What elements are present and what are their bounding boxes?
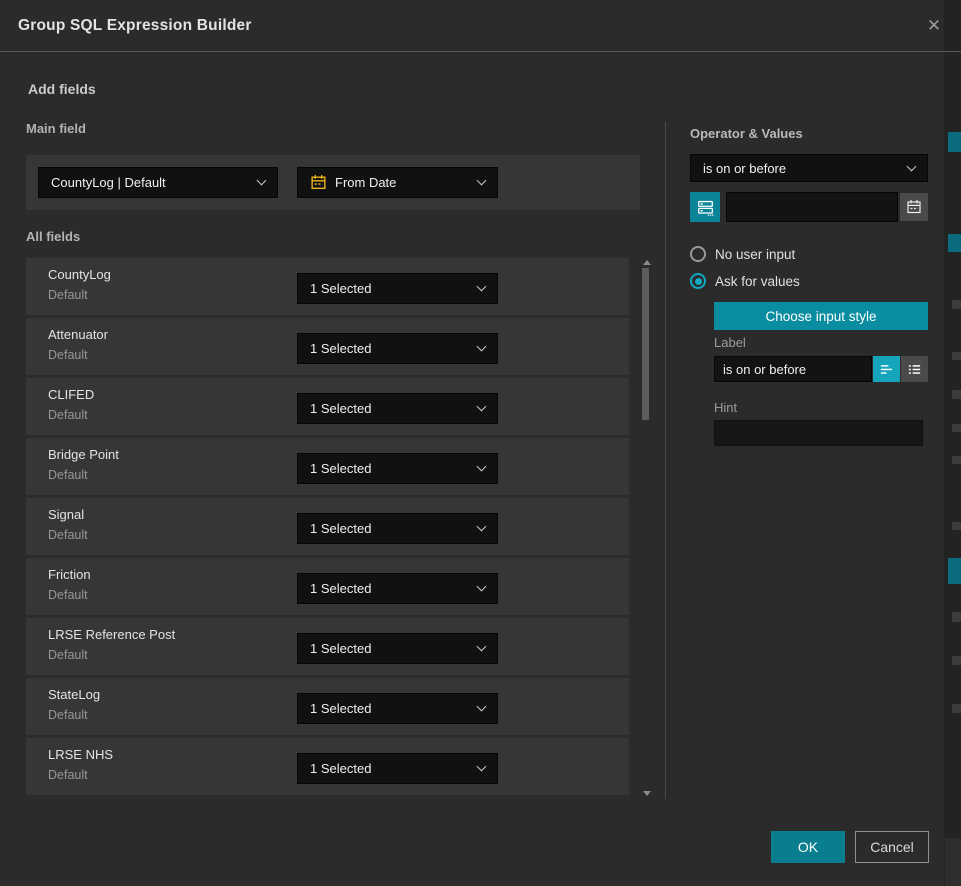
chevron-down-icon	[477, 762, 487, 772]
radio-ask-for-values[interactable]: Ask for values	[690, 273, 800, 289]
field-row: Signal Default 1 Selected	[26, 498, 629, 555]
chevron-down-icon	[477, 342, 487, 352]
field-row: Attenuator Default 1 Selected	[26, 318, 629, 375]
field-selection-dropdown[interactable]: 1 Selected	[297, 633, 498, 664]
chevron-down-icon	[477, 176, 487, 186]
field-selection-dropdown[interactable]: 1 Selected	[297, 453, 498, 484]
main-field-date-value: From Date	[335, 175, 396, 190]
field-selection-dropdown[interactable]: 1 Selected	[297, 693, 498, 724]
field-subtitle: Default	[48, 588, 88, 602]
field-row: LRSE NHS Default 1 Selected	[26, 738, 629, 795]
chevron-down-icon	[477, 522, 487, 532]
date-picker-button[interactable]	[900, 193, 928, 221]
field-row: Bridge Point Default 1 Selected	[26, 438, 629, 495]
field-subtitle: Default	[48, 528, 88, 542]
chevron-down-icon	[477, 282, 487, 292]
field-subtitle: Default	[48, 708, 88, 722]
field-subtitle: Default	[48, 768, 88, 782]
field-row: CountyLog Default 1 Selected	[26, 258, 629, 315]
radio-no-user-input[interactable]: No user input	[690, 246, 795, 262]
add-fields-heading: Add fields	[28, 81, 96, 97]
label-input[interactable]	[714, 356, 872, 382]
chevron-down-icon	[907, 161, 917, 171]
field-name: LRSE Reference Post	[48, 627, 175, 642]
bullet-list-icon	[907, 362, 922, 377]
list-scrollbar[interactable]	[641, 258, 651, 798]
main-field-source-dropdown[interactable]: CountyLog | Default	[38, 167, 278, 198]
hint-caption: Hint	[714, 400, 737, 415]
label-caption: Label	[714, 335, 746, 350]
ok-button[interactable]: OK	[771, 831, 845, 863]
all-fields-list: CountyLog Default 1 Selected Attenuator …	[26, 258, 629, 795]
field-name: Attenuator	[48, 327, 108, 342]
value-input[interactable]	[726, 192, 898, 222]
calendar-icon	[310, 174, 327, 191]
field-row: StateLog Default 1 Selected	[26, 678, 629, 735]
field-selection-dropdown[interactable]: 1 Selected	[297, 753, 498, 784]
hint-input[interactable]	[714, 420, 923, 446]
vertical-divider	[665, 122, 666, 799]
scrollbar-thumb[interactable]	[642, 268, 649, 420]
chevron-down-icon	[477, 402, 487, 412]
input-style-list-button[interactable]	[901, 356, 928, 382]
chevron-down-icon	[477, 582, 487, 592]
field-name: CountyLog	[48, 267, 111, 282]
field-name: LRSE NHS	[48, 747, 113, 762]
operator-value: is on or before	[703, 161, 786, 176]
all-fields-label: All fields	[26, 229, 80, 244]
chevron-down-icon	[257, 176, 267, 186]
header-divider	[0, 51, 961, 52]
main-field-panel: CountyLog | Default From Date	[26, 155, 640, 210]
field-subtitle: Default	[48, 348, 88, 362]
field-row: LRSE Reference Post Default 1 Selected	[26, 618, 629, 675]
field-selection-dropdown[interactable]: 1 Selected	[297, 273, 498, 304]
operator-values-heading: Operator & Values	[690, 126, 803, 141]
field-row: CLIFED Default 1 Selected	[26, 378, 629, 435]
unique-values-icon	[697, 199, 714, 216]
cancel-button[interactable]: Cancel	[855, 831, 929, 863]
scroll-down-icon[interactable]	[643, 791, 651, 796]
main-field-date-dropdown[interactable]: From Date	[297, 167, 498, 198]
field-name: CLIFED	[48, 387, 94, 402]
field-name: Friction	[48, 567, 91, 582]
field-selection-dropdown[interactable]: 1 Selected	[297, 573, 498, 604]
main-field-label: Main field	[26, 121, 86, 136]
input-style-textbox-button[interactable]	[873, 356, 900, 382]
chevron-down-icon	[477, 642, 487, 652]
field-name: Signal	[48, 507, 84, 522]
background-app-strip	[944, 0, 961, 886]
scroll-up-icon[interactable]	[643, 260, 651, 265]
dialog-title: Group SQL Expression Builder	[18, 0, 252, 51]
operator-dropdown[interactable]: is on or before	[690, 154, 928, 182]
field-subtitle: Default	[48, 468, 88, 482]
chevron-down-icon	[477, 462, 487, 472]
field-selection-dropdown[interactable]: 1 Selected	[297, 333, 498, 364]
field-selection-dropdown[interactable]: 1 Selected	[297, 513, 498, 544]
choose-input-style-button[interactable]: Choose input style	[714, 302, 928, 330]
text-align-left-icon	[879, 362, 894, 377]
main-field-source-value: CountyLog | Default	[51, 175, 166, 190]
screen: Group SQL Expression Builder ✕ Add field…	[0, 0, 961, 886]
unique-values-button[interactable]	[690, 192, 720, 222]
field-subtitle: Default	[48, 648, 88, 662]
chevron-down-icon	[477, 702, 487, 712]
calendar-icon	[906, 199, 922, 215]
group-sql-expression-builder-dialog: Group SQL Expression Builder ✕ Add field…	[0, 0, 944, 886]
field-selection-dropdown[interactable]: 1 Selected	[297, 393, 498, 424]
field-name: Bridge Point	[48, 447, 119, 462]
radio-circle-icon[interactable]	[690, 246, 706, 262]
radio-circle-selected-icon[interactable]	[690, 273, 706, 289]
field-row: Friction Default 1 Selected	[26, 558, 629, 615]
field-subtitle: Default	[48, 288, 88, 302]
field-subtitle: Default	[48, 408, 88, 422]
field-name: StateLog	[48, 687, 100, 702]
